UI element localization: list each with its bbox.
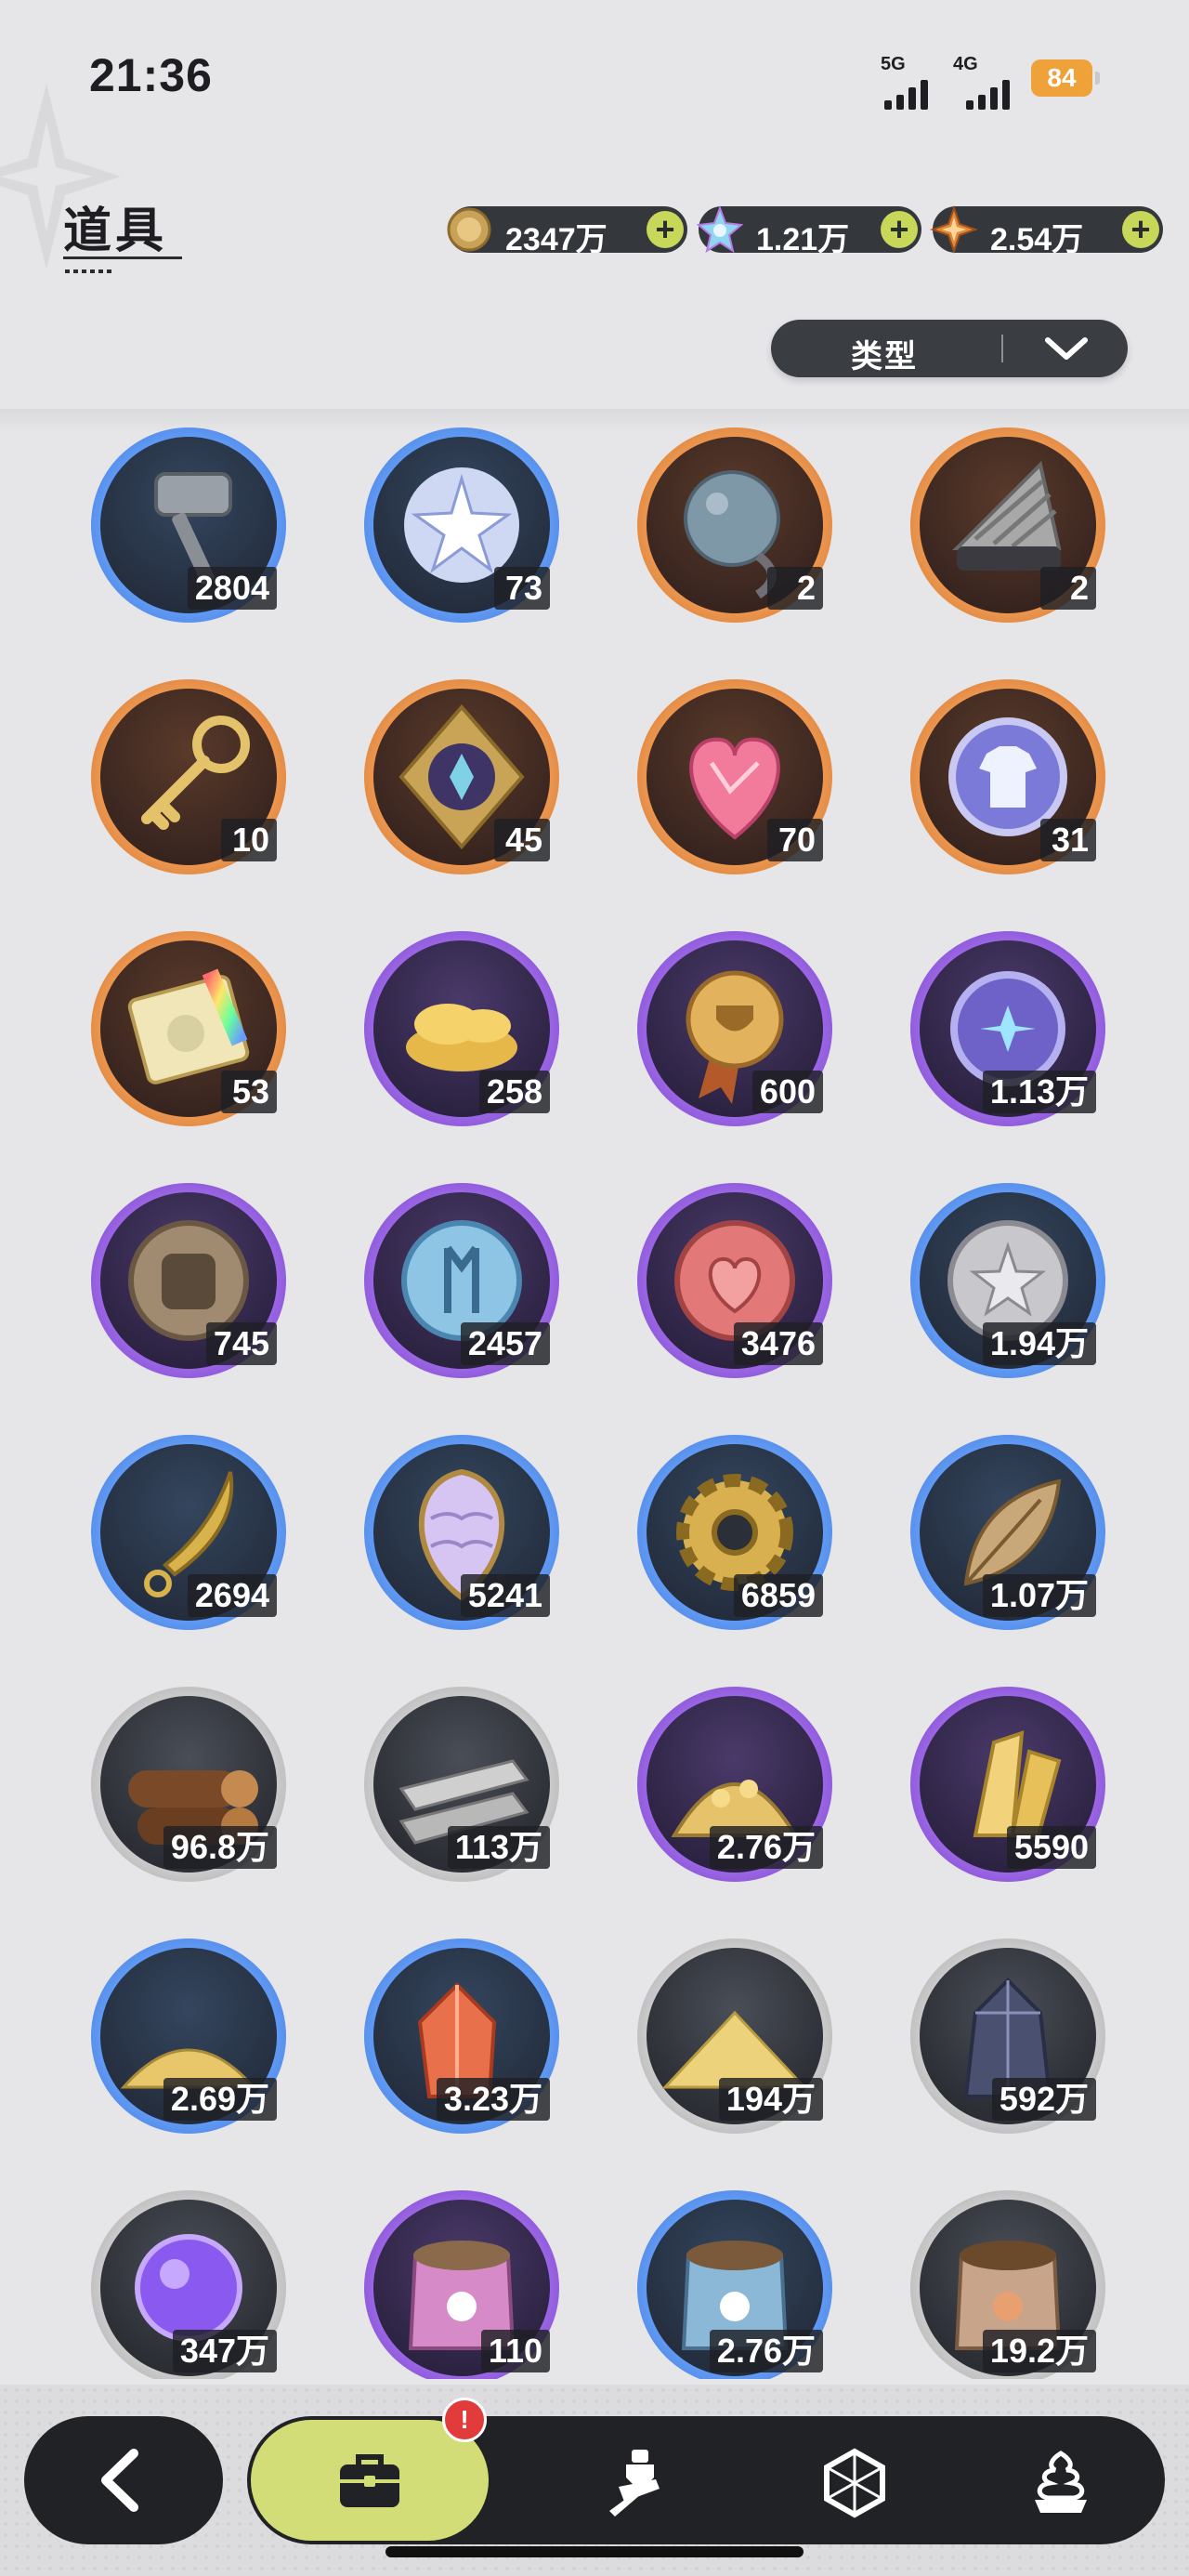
item-slot[interactable]: 113万 — [364, 1687, 559, 1882]
back-button[interactable] — [24, 2416, 223, 2544]
knight-icon — [609, 2450, 660, 2517]
chevron-down-icon — [1045, 337, 1088, 360]
item-count: 113万 — [447, 1826, 550, 1869]
item-count: 2694 — [187, 1574, 277, 1617]
item-count: 2.69万 — [163, 2078, 277, 2121]
item-count: 6859 — [733, 1574, 823, 1617]
item-count: 5590 — [1006, 1826, 1096, 1869]
item-slot[interactable]: 5590 — [910, 1687, 1105, 1882]
title-underline — [63, 256, 182, 259]
status-bar: 21:36 5G 4G 84 — [0, 0, 1189, 139]
item-slot[interactable]: 2.76万 — [637, 1687, 832, 1882]
item-count: 31 — [1040, 819, 1096, 861]
item-slot[interactable]: 53 — [91, 931, 286, 1126]
item-slot[interactable]: 592万 — [910, 1939, 1105, 2134]
item-slot[interactable]: 5241 — [364, 1435, 559, 1630]
item-count: 1.13万 — [982, 1071, 1096, 1113]
battery-icon: 84 — [1031, 59, 1100, 97]
item-count: 2.76万 — [709, 2330, 823, 2372]
add-crystal-button[interactable]: + — [881, 211, 918, 248]
item-count: 2.76万 — [709, 1826, 823, 1869]
type-filter-dropdown[interactable]: 类型 — [771, 320, 1128, 377]
item-slot[interactable]: 2457 — [364, 1183, 559, 1378]
item-slot[interactable]: 745 — [91, 1183, 286, 1378]
item-count: 73 — [494, 567, 550, 610]
item-count: 19.2万 — [982, 2330, 1096, 2372]
item-count: 600 — [751, 1071, 823, 1113]
item-slot[interactable]: 3.23万 — [364, 1939, 559, 2134]
item-count: 347万 — [172, 2330, 277, 2372]
item-count: 258 — [478, 1071, 550, 1113]
item-slot[interactable]: 31 — [910, 679, 1105, 874]
item-slot[interactable]: 1.13万 — [910, 931, 1105, 1126]
item-slot[interactable]: 1.94万 — [910, 1183, 1105, 1378]
item-slot[interactable]: 2.69万 — [91, 1939, 286, 2134]
crystal-icon — [696, 205, 744, 254]
item-count: 592万 — [991, 2078, 1096, 2121]
item-grid: 2804 73 2 2 10 45 70 31 53 258 600 1.13万 745 2457 3476… — [0, 400, 1189, 2379]
back-arrow-icon — [101, 2449, 138, 2512]
item-count: 45 — [494, 819, 550, 861]
item-count: 5241 — [460, 1574, 550, 1617]
item-count: 2 — [1040, 567, 1096, 610]
item-slot[interactable]: 600 — [637, 931, 832, 1126]
bag-icon — [340, 2454, 399, 2507]
item-count: 96.8万 — [163, 1826, 277, 1869]
currency-crystal: 1.21万 + — [696, 205, 921, 257]
item-count: 1.94万 — [982, 1322, 1096, 1365]
item-slot[interactable]: 73 — [364, 427, 559, 623]
item-slot[interactable]: 347万 — [91, 2190, 286, 2379]
tab-food[interactable] — [968, 2416, 1154, 2544]
item-count: 1.07万 — [982, 1574, 1096, 1617]
item-count: 70 — [767, 819, 823, 861]
item-slot[interactable]: 6859 — [637, 1435, 832, 1630]
star-gem-icon — [929, 204, 979, 255]
item-count: 2457 — [460, 1322, 550, 1365]
item-count: 3.23万 — [436, 2078, 550, 2121]
item-slot[interactable]: 2.76万 — [637, 2190, 832, 2379]
gold-value: 2347万 — [505, 222, 608, 257]
filter-separator — [1001, 335, 1003, 362]
add-gold-button[interactable]: + — [647, 211, 684, 248]
item-count: 2 — [767, 567, 823, 610]
item-count: 2804 — [187, 567, 277, 610]
item-slot[interactable]: 2804 — [91, 427, 286, 623]
item-slot[interactable]: 110 — [364, 2190, 559, 2379]
star-gem-value: 2.54万 — [990, 222, 1084, 257]
notification-badge: ! — [442, 2398, 487, 2442]
tab-equipment[interactable] — [544, 2416, 730, 2544]
item-slot[interactable]: 10 — [91, 679, 286, 874]
item-count: 745 — [205, 1322, 277, 1365]
item-slot[interactable]: 2 — [910, 427, 1105, 623]
item-slot[interactable]: 2 — [637, 427, 832, 623]
crystal-value: 1.21万 — [756, 222, 850, 257]
item-slot[interactable]: 1.07万 — [910, 1435, 1105, 1630]
currency-star-gem: 2.54万 + — [929, 204, 1163, 257]
tab-bar — [247, 2416, 1165, 2544]
filter-label: 类型 — [851, 339, 918, 375]
item-count: 53 — [221, 1071, 277, 1113]
item-count: 10 — [221, 819, 277, 861]
item-slot[interactable]: 2694 — [91, 1435, 286, 1630]
item-slot[interactable]: 19.2万 — [910, 2190, 1105, 2379]
tab-materials[interactable] — [762, 2416, 947, 2544]
item-count: 194万 — [718, 2078, 823, 2121]
item-slot[interactable]: 45 — [364, 679, 559, 874]
item-slot[interactable]: 258 — [364, 931, 559, 1126]
dessert-icon — [1035, 2451, 1087, 2513]
currency-gold: 2347万 + — [447, 206, 687, 257]
page-title: 道具 — [63, 204, 168, 258]
home-indicator[interactable] — [385, 2546, 804, 2557]
item-count: 3476 — [733, 1322, 823, 1365]
item-slot[interactable]: 3476 — [637, 1183, 832, 1378]
item-slot[interactable]: 70 — [637, 679, 832, 874]
title-dots — [65, 269, 115, 273]
gold-coin-icon — [447, 207, 491, 252]
item-slot[interactable]: 194万 — [637, 1939, 832, 2134]
add-star-gem-button[interactable]: + — [1122, 211, 1159, 248]
hexagon-icon — [824, 2448, 885, 2518]
item-slot[interactable]: 96.8万 — [91, 1687, 286, 1882]
item-count: 110 — [480, 2330, 550, 2372]
